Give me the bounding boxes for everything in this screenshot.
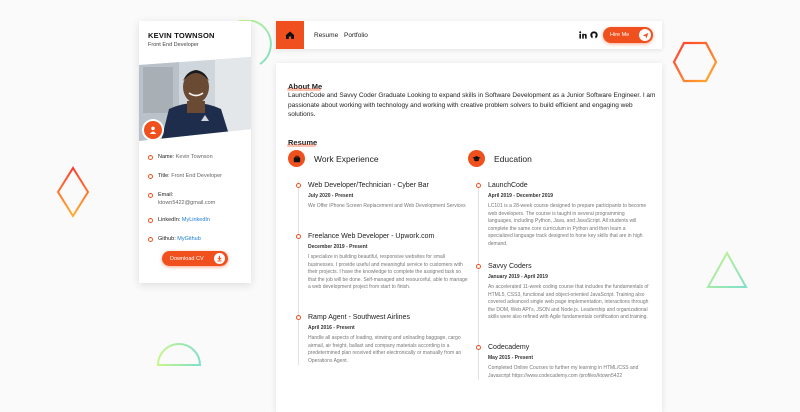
work-experience-title: Work Experience <box>314 153 379 164</box>
info-email: Email: ktown5422@gmail.com <box>148 191 248 207</box>
nav-link-resume[interactable]: Resume <box>314 32 338 39</box>
work-item-title: Freelance Web Developer - Upwork.com <box>308 233 435 240</box>
education-item-title: LaunchCode <box>488 182 528 189</box>
education-item: Savvy Coders January 2019 - April 2019 A… <box>476 262 650 343</box>
work-item-desc: We Offer iPhone Screen Replacement and W… <box>308 203 466 209</box>
education-item-date: April 2019 - December 2019 <box>488 193 554 199</box>
info-title: Title: Front End Developer <box>148 172 248 180</box>
about-text: LaunchCode and Savvy Coder Graduate Look… <box>288 92 656 118</box>
profile-user-icon[interactable] <box>144 121 162 139</box>
resume-heading: Resume <box>286 138 318 147</box>
education-item-date: January 2019 - April 2019 <box>488 274 548 280</box>
decorative-diamond <box>56 166 90 218</box>
education-header: Education <box>468 150 532 167</box>
info-github: Github: MyGithub <box>148 235 248 243</box>
graduation-cap-icon <box>468 150 485 167</box>
home-button[interactable] <box>276 21 304 49</box>
work-item-date: July 2020 - Present <box>308 193 354 199</box>
profile-title: Front End Developer <box>148 42 199 48</box>
decorative-half-circle <box>156 343 202 366</box>
info-name: Name: Kevin Townson <box>148 153 248 161</box>
hire-me-button[interactable]: Hire Me <box>603 27 653 43</box>
profile-name: KEVIN TOWNSON <box>148 31 215 40</box>
nav-link-portfolio[interactable]: Portfolio <box>344 32 368 39</box>
top-navbar: Resume Portfolio Hire Me <box>276 21 662 49</box>
linkedin-icon[interactable] <box>579 31 587 39</box>
send-icon <box>639 29 651 41</box>
work-item-title: Ramp Agent - Southwest Airlines <box>308 314 410 321</box>
work-item-title: Web Developer/Technician - Cyber Bar <box>308 182 429 189</box>
profile-card: KEVIN TOWNSON Front End Developer Name: … <box>139 21 251 283</box>
home-icon <box>286 31 294 39</box>
education-item-desc: LC101 is a 28-week course designed to pr… <box>488 203 647 247</box>
download-icon <box>214 253 225 264</box>
work-timeline: Web Developer/Technician - Cyber Bar Jul… <box>296 181 470 366</box>
education-title: Education <box>494 153 532 164</box>
github-link[interactable]: MyGithub <box>177 236 201 242</box>
work-item: Freelance Web Developer - Upwork.com Dec… <box>296 232 470 313</box>
work-item-desc: I specialize in building beautiful, resp… <box>308 254 468 291</box>
education-item: LaunchCode April 2019 - December 2019 LC… <box>476 181 650 262</box>
education-item-desc: An accelerated 11-week coding course tha… <box>488 284 649 321</box>
info-linkedin: LinkedIn: MyLinkedIn <box>148 216 248 224</box>
about-heading: About Me <box>286 82 323 91</box>
linkedin-link[interactable]: MyLinkedIn <box>182 217 210 223</box>
decorative-hexagon <box>672 41 718 83</box>
main-panel: About Me LaunchCode and Savvy Coder Grad… <box>276 63 662 412</box>
decorative-triangle <box>706 250 748 288</box>
education-item: Codecademy May 2015 - Present Completed … <box>476 343 650 380</box>
work-item-date: December 2019 - Present <box>308 244 368 250</box>
education-item-title: Savvy Coders <box>488 263 532 270</box>
github-icon[interactable] <box>590 31 598 39</box>
work-item: Ramp Agent - Southwest Airlines April 20… <box>296 313 470 365</box>
education-item-date: May 2015 - Present <box>488 355 534 361</box>
download-cv-button[interactable]: Download CV <box>162 251 228 266</box>
work-item-date: April 2016 - Present <box>308 325 355 331</box>
work-item-desc: Handle all aspects of loading, stowing a… <box>308 335 462 364</box>
profile-info-list: Name: Kevin Townson Title: Front End Dev… <box>148 153 248 254</box>
work-experience-header: Work Experience <box>288 150 379 167</box>
briefcase-icon <box>288 150 305 167</box>
education-item-title: Codecademy <box>488 344 530 351</box>
education-item-desc: Completed Online Courses to further my l… <box>488 365 639 379</box>
work-item: Web Developer/Technician - Cyber Bar Jul… <box>296 181 470 232</box>
education-timeline: LaunchCode April 2019 - December 2019 LC… <box>476 181 650 381</box>
